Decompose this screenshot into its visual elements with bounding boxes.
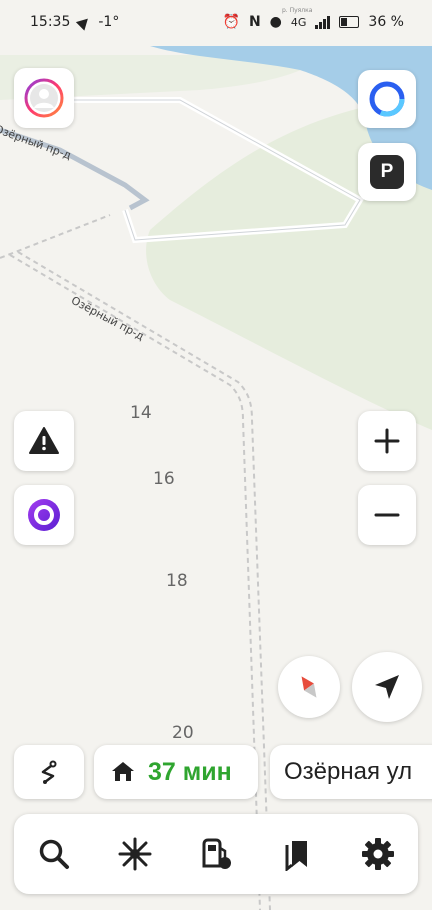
location-pin-icon: ● bbox=[269, 14, 282, 30]
sparkle-icon bbox=[118, 837, 152, 871]
fuel-button[interactable] bbox=[186, 824, 246, 884]
signal-icon bbox=[315, 15, 331, 29]
route-duration: 37 мин bbox=[148, 757, 232, 786]
zoom-out-button[interactable] bbox=[358, 485, 416, 545]
route-icon bbox=[41, 760, 57, 784]
house-number: 14 bbox=[130, 403, 152, 423]
parking-button[interactable]: P bbox=[358, 143, 416, 201]
destination-card[interactable]: Озёрная ул bbox=[270, 745, 432, 799]
road-events-button[interactable] bbox=[14, 411, 74, 471]
discovery-button[interactable] bbox=[105, 824, 165, 884]
avatar-icon bbox=[24, 78, 64, 118]
bookmarks-icon bbox=[285, 841, 307, 871]
compass-icon bbox=[301, 676, 317, 698]
alice-button[interactable] bbox=[14, 485, 74, 545]
home-icon bbox=[112, 762, 134, 781]
house-number: 20 bbox=[172, 723, 194, 743]
warning-icon bbox=[29, 427, 59, 454]
route-overview-button[interactable] bbox=[14, 745, 84, 799]
navigation-arrow-icon bbox=[375, 675, 399, 699]
destination-name: Озёрная ул bbox=[284, 758, 413, 785]
compass-button[interactable] bbox=[278, 656, 340, 718]
locate-button[interactable] bbox=[352, 652, 422, 722]
alice-icon bbox=[28, 499, 60, 531]
minus-icon bbox=[374, 513, 400, 517]
route-time-card[interactable]: 37 мин bbox=[94, 745, 258, 799]
alice-ring-button[interactable] bbox=[358, 70, 416, 128]
parking-icon: P bbox=[370, 155, 404, 189]
status-time: 15:35 bbox=[30, 14, 71, 30]
search-icon bbox=[40, 839, 70, 869]
house-number: 16 bbox=[153, 469, 175, 489]
gear-icon bbox=[361, 838, 394, 870]
status-bar: 15:35 -1° ⏰ N ● 4G 36 % bbox=[0, 0, 432, 46]
network-type: 4G bbox=[290, 15, 307, 29]
fuel-icon bbox=[202, 838, 231, 869]
status-temperature: -1° bbox=[98, 14, 120, 30]
nfc-icon: N bbox=[248, 14, 261, 30]
alice-ring-icon bbox=[369, 81, 405, 117]
plus-icon bbox=[374, 428, 400, 454]
settings-button[interactable] bbox=[348, 824, 408, 884]
search-button[interactable] bbox=[24, 824, 84, 884]
house-number: 18 bbox=[166, 571, 188, 591]
bottom-toolbar bbox=[14, 814, 418, 894]
location-arrow-icon bbox=[76, 13, 93, 31]
bookmarks-button[interactable] bbox=[267, 824, 327, 884]
zoom-in-button[interactable] bbox=[358, 411, 416, 471]
profile-button[interactable] bbox=[14, 68, 74, 128]
battery-level: 36 % bbox=[368, 14, 404, 30]
alarm-icon: ⏰ bbox=[222, 14, 240, 30]
battery-icon bbox=[339, 16, 360, 28]
